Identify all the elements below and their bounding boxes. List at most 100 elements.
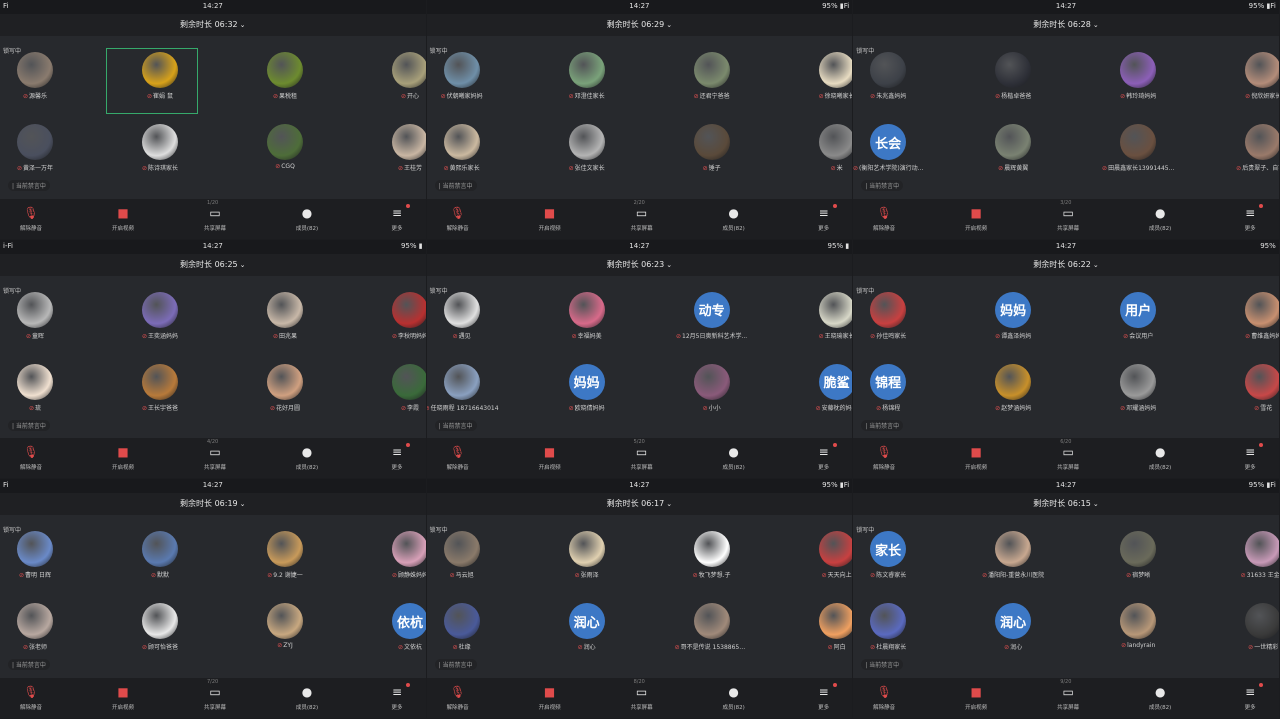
participant-cell[interactable]: ⊘孙佳鸣家长 (857, 291, 919, 350)
participant-cell[interactable]: ⊘landyrain (1107, 603, 1169, 661)
participant-cell[interactable]: ⊘9.2 谢婕一 (254, 531, 316, 589)
participant-cell[interactable]: ⊘31633 王金桥 (1232, 531, 1279, 589)
share-screen-button[interactable]: ▭ 共享屏幕 (1041, 444, 1095, 471)
participant-cell[interactable]: ⊘邓耀涵妈妈 (1107, 363, 1169, 422)
members-button[interactable]: ● 成员(82) (280, 684, 334, 711)
participant-cell[interactable]: ⊘潘阳阳-重营永川医院 (982, 531, 1044, 589)
remaining-time-bar[interactable]: 剩余时长 06:15 ⌄ (853, 493, 1279, 516)
participant-cell[interactable]: ⊘张雨泽 (556, 531, 618, 589)
video-off-button[interactable]: ■ 开启视频 (96, 684, 150, 711)
share-screen-button[interactable]: ▭ 共享屏幕 (1041, 205, 1095, 232)
participant-cell[interactable]: ⊘宿梦晰 (1107, 531, 1169, 589)
video-off-button[interactable]: ■ 开启视频 (96, 205, 150, 232)
share-screen-button[interactable]: ▭ 共享屏幕 (615, 684, 669, 711)
participant-cell[interactable]: 妈妈 ⊘谭鑫泽妈妈 (982, 291, 1044, 350)
participant-cell[interactable]: ⊘默默 (129, 531, 191, 589)
participant-cell[interactable]: ⊘琉 (4, 363, 66, 422)
participant-cell[interactable]: 用户 ⊘会议用户 (1107, 291, 1169, 350)
participant-cell[interactable]: ⊘牧飞梦想.子 (681, 531, 743, 589)
share-screen-button[interactable]: ▭ 共享屏幕 (188, 684, 242, 711)
participant-cell[interactable]: ⊘果税租 (254, 52, 316, 110)
participant-cell[interactable]: ⊘幸福妈美 (556, 291, 618, 350)
video-off-button[interactable]: ■ 开启视频 (949, 444, 1003, 471)
participant-cell[interactable]: ⊘田晨鑫家长13991445... (1102, 124, 1174, 182)
participant-cell[interactable]: 动专 ⊘12月5日奥新科艺术学... (676, 291, 747, 350)
participant-cell[interactable]: ⊘张老师 (4, 603, 66, 661)
participant-cell[interactable]: 妈妈 ⊘欧晓倩妈妈 (556, 363, 618, 422)
participant-cell[interactable]: ⊘徐晓曦家长 (806, 52, 853, 110)
more-button[interactable]: ≡ 更多 (797, 203, 851, 232)
members-button[interactable]: ● 成员(82) (707, 444, 761, 471)
remaining-time-bar[interactable]: 剩余时长 06:28 ⌄ (853, 14, 1279, 36)
participant-cell[interactable]: 润心 ⊘润心 (982, 603, 1044, 661)
participant-cell[interactable]: ⊘张佳文家长 (556, 124, 618, 182)
members-button[interactable]: ● 成员(82) (1133, 444, 1187, 471)
participant-cell[interactable]: ⊘一世精彩 (1232, 603, 1279, 661)
participant-cell[interactable]: ⊘小小 (681, 363, 743, 422)
participant-cell[interactable]: ⊘王晓瑜家长 (806, 291, 853, 350)
remaining-time-bar[interactable]: 剩余时长 06:22 ⌄ (853, 253, 1279, 276)
participant-cell[interactable]: 锦程 ⊘杨锦程 (857, 363, 919, 422)
participant-cell[interactable]: ⊘曹维鑫妈妈 (1232, 291, 1279, 350)
participant-cell[interactable]: ⊘马云旭 (431, 531, 493, 589)
remaining-time-bar[interactable]: 剩余时长 06:29 ⌄ (426, 14, 853, 36)
more-button[interactable]: ≡ 更多 (797, 682, 851, 711)
remaining-time-bar[interactable]: 剩余时长 06:25 ⌄ (0, 253, 426, 276)
remaining-time-bar[interactable]: 剩余时长 06:23 ⌄ (426, 253, 853, 276)
participant-cell[interactable]: ⊘黄泽一万年 (4, 124, 66, 182)
mic-off-button[interactable]: 🎙 解除静音 (4, 444, 58, 471)
participant-cell[interactable]: 家长 ⊘陈文睿家长 (857, 531, 919, 589)
participant-cell[interactable]: ⊘锤子 (681, 124, 743, 182)
participant-cell[interactable]: ⊘杜缘 (431, 603, 493, 661)
more-button[interactable]: ≡ 更多 (370, 682, 424, 711)
participant-cell[interactable]: 脆鲨 ⊘安藤枕的妈妈 (806, 363, 853, 422)
members-button[interactable]: ● 成员(82) (707, 205, 761, 232)
more-button[interactable]: ≡ 更多 (370, 203, 424, 232)
participant-cell[interactable]: ⊘王长宇爸爸 (129, 363, 191, 422)
participant-cell[interactable]: ⊘李霞 (379, 363, 426, 422)
participant-cell[interactable]: ⊘哥不是传说 153886556... (675, 603, 749, 661)
participant-cell[interactable]: ⊘赵梦涵妈妈 (982, 363, 1044, 422)
participant-cell[interactable]: 润心 ⊘润心 (556, 603, 618, 661)
participant-cell[interactable]: ⊘开心 (379, 52, 426, 110)
participant-cell[interactable]: ⊘任晓雨程 18716643014 (427, 363, 499, 422)
participant-cell[interactable]: ⊘陈诗琪家长 (129, 124, 191, 182)
more-button[interactable]: ≡ 更多 (797, 443, 851, 471)
participant-cell[interactable]: ⊘天天向上 (806, 531, 853, 589)
video-off-button[interactable]: ■ 开启视频 (523, 684, 577, 711)
participant-cell[interactable]: ⊘米 (806, 124, 853, 182)
mic-off-button[interactable]: 🎙 解除静音 (857, 684, 911, 711)
participant-cell[interactable]: ⊘后贵翠子、自写字 (1232, 124, 1279, 182)
participant-cell[interactable]: ⊘顾静姝妈妈 (379, 531, 426, 589)
participant-cell[interactable]: 长会 ⊘(衡阳艺术学院)演行动... (853, 124, 923, 182)
remaining-time-bar[interactable]: 剩余时长 06:19 ⌄ (0, 493, 426, 516)
mic-off-button[interactable]: 🎙 解除静音 (431, 684, 485, 711)
share-screen-button[interactable]: ▭ 共享屏幕 (615, 205, 669, 232)
participant-cell[interactable]: ⊘王奕涵妈妈 (129, 291, 191, 350)
video-off-button[interactable]: ■ 开启视频 (523, 444, 577, 471)
mic-off-button[interactable]: 🎙 解除静音 (4, 684, 58, 711)
members-button[interactable]: ● 成员(82) (707, 684, 761, 711)
more-button[interactable]: ≡ 更多 (1223, 682, 1277, 711)
share-screen-button[interactable]: ▭ 共享屏幕 (188, 205, 242, 232)
participant-cell[interactable]: ⊘顾可怡爸爸 (129, 603, 191, 661)
participant-cell[interactable]: ⊘李秋明妈妈 (379, 291, 426, 350)
mic-off-button[interactable]: 🎙 解除静音 (431, 444, 485, 471)
members-button[interactable]: ● 成员(82) (1133, 684, 1187, 711)
video-off-button[interactable]: ■ 开启视频 (523, 205, 577, 232)
mic-off-button[interactable]: 🎙 解除静音 (431, 205, 485, 232)
members-button[interactable]: ● 成员(82) (1133, 205, 1187, 232)
mic-off-button[interactable]: 🎙 解除静音 (857, 205, 911, 232)
mic-off-button[interactable]: 🎙 解除静音 (857, 444, 911, 471)
more-button[interactable]: ≡ 更多 (1223, 203, 1277, 232)
share-screen-button[interactable]: ▭ 共享屏幕 (188, 444, 242, 471)
participant-cell[interactable]: ⊘还君宁爸爸 (681, 52, 743, 110)
more-button[interactable]: ≡ 更多 (1223, 443, 1277, 471)
participant-cell[interactable]: ⊘杨楷卓爸爸 (982, 52, 1044, 110)
participant-cell[interactable]: ⊘雪花 (1232, 363, 1279, 422)
remaining-time-bar[interactable]: 剩余时长 06:17 ⌄ (426, 493, 853, 516)
participant-cell[interactable]: ⊘倪欣妍家长 (1232, 52, 1279, 110)
participant-cell[interactable]: ⊘童晖 (4, 291, 66, 350)
participant-cell[interactable]: ⊘田兆果 (254, 291, 316, 350)
participant-cell[interactable]: ⊘ZYJ (254, 603, 316, 661)
